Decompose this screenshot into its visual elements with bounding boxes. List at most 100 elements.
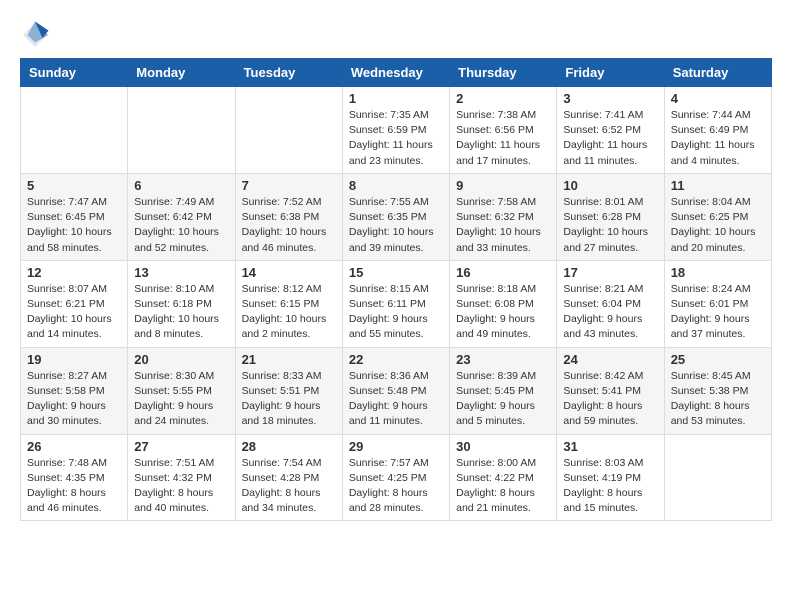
day-number: 1 bbox=[349, 91, 443, 106]
weekday-header-friday: Friday bbox=[557, 59, 664, 87]
day-info: Sunrise: 7:44 AMSunset: 6:49 PMDaylight:… bbox=[671, 108, 765, 169]
day-info: Sunrise: 7:48 AMSunset: 4:35 PMDaylight:… bbox=[27, 456, 121, 517]
day-info: Sunrise: 8:03 AMSunset: 4:19 PMDaylight:… bbox=[563, 456, 657, 517]
day-info: Sunrise: 8:01 AMSunset: 6:28 PMDaylight:… bbox=[563, 195, 657, 256]
day-number: 26 bbox=[27, 439, 121, 454]
day-info: Sunrise: 8:24 AMSunset: 6:01 PMDaylight:… bbox=[671, 282, 765, 343]
page-header bbox=[20, 20, 772, 50]
calendar-cell: 31 Sunrise: 8:03 AMSunset: 4:19 PMDayligh… bbox=[557, 434, 664, 521]
day-info: Sunrise: 8:10 AMSunset: 6:18 PMDaylight:… bbox=[134, 282, 228, 343]
calendar-cell: 11 Sunrise: 8:04 AMSunset: 6:25 PMDayligh… bbox=[664, 173, 771, 260]
calendar-cell: 7 Sunrise: 7:52 AMSunset: 6:38 PMDaylight… bbox=[235, 173, 342, 260]
day-info: Sunrise: 7:54 AMSunset: 4:28 PMDaylight:… bbox=[242, 456, 336, 517]
day-info: Sunrise: 7:38 AMSunset: 6:56 PMDaylight:… bbox=[456, 108, 550, 169]
day-number: 12 bbox=[27, 265, 121, 280]
calendar-cell: 6Sunrise: 7:49 AMSunset: 6:42 PMDaylight… bbox=[128, 173, 235, 260]
calendar-cell bbox=[21, 87, 128, 174]
day-number: 13 bbox=[134, 265, 228, 280]
day-info: Sunrise: 8:18 AMSunset: 6:08 PMDaylight:… bbox=[456, 282, 550, 343]
day-number: 4 bbox=[671, 91, 765, 106]
calendar-cell bbox=[235, 87, 342, 174]
calendar-cell: 30 Sunrise: 8:00 AMSunset: 4:22 PMDayligh… bbox=[450, 434, 557, 521]
day-info: Sunrise: 7:55 AMSunset: 6:35 PMDaylight:… bbox=[349, 195, 443, 256]
day-number: 2 bbox=[456, 91, 550, 106]
calendar-cell: 1 Sunrise: 7:35 AMSunset: 6:59 PMDaylight… bbox=[342, 87, 449, 174]
calendar-cell: 27 Sunrise: 7:51 AMSunset: 4:32 PMDayligh… bbox=[128, 434, 235, 521]
day-info: Sunrise: 8:45 AMSunset: 5:38 PMDaylight:… bbox=[671, 369, 765, 430]
day-info: Sunrise: 7:49 AMSunset: 6:42 PMDaylight:… bbox=[134, 195, 228, 256]
day-number: 18 bbox=[671, 265, 765, 280]
day-number: 23 bbox=[456, 352, 550, 367]
day-info: Sunrise: 8:36 AMSunset: 5:48 PMDaylight:… bbox=[349, 369, 443, 430]
day-info: Sunrise: 8:39 AMSunset: 5:45 PMDaylight:… bbox=[456, 369, 550, 430]
weekday-header-monday: Monday bbox=[128, 59, 235, 87]
calendar-cell: 26 Sunrise: 7:48 AMSunset: 4:35 PMDayligh… bbox=[21, 434, 128, 521]
day-info: Sunrise: 7:35 AMSunset: 6:59 PMDaylight:… bbox=[349, 108, 443, 169]
day-info: Sunrise: 8:15 AMSunset: 6:11 PMDaylight:… bbox=[349, 282, 443, 343]
calendar-cell: 14 Sunrise: 8:12 AMSunset: 6:15 PMDayligh… bbox=[235, 260, 342, 347]
calendar-cell: 2 Sunrise: 7:38 AMSunset: 6:56 PMDaylight… bbox=[450, 87, 557, 174]
logo-icon bbox=[20, 20, 50, 50]
calendar-cell bbox=[664, 434, 771, 521]
calendar-cell: 4 Sunrise: 7:44 AMSunset: 6:49 PMDaylight… bbox=[664, 87, 771, 174]
calendar-cell: 25 Sunrise: 8:45 AMSunset: 5:38 PMDayligh… bbox=[664, 347, 771, 434]
calendar-cell: 8 Sunrise: 7:55 AMSunset: 6:35 PMDaylight… bbox=[342, 173, 449, 260]
day-number: 8 bbox=[349, 178, 443, 193]
day-number: 17 bbox=[563, 265, 657, 280]
day-number: 20 bbox=[134, 352, 228, 367]
day-info: Sunrise: 7:58 AMSunset: 6:32 PMDaylight:… bbox=[456, 195, 550, 256]
day-number: 28 bbox=[242, 439, 336, 454]
day-info: Sunrise: 8:27 AMSunset: 5:58 PMDaylight:… bbox=[27, 369, 121, 430]
calendar-cell: 10 Sunrise: 8:01 AMSunset: 6:28 PMDayligh… bbox=[557, 173, 664, 260]
day-number: 15 bbox=[349, 265, 443, 280]
calendar-cell: 18 Sunrise: 8:24 AMSunset: 6:01 PMDayligh… bbox=[664, 260, 771, 347]
calendar-cell: 19 Sunrise: 8:27 AMSunset: 5:58 PMDayligh… bbox=[21, 347, 128, 434]
calendar-week-3: 12Sunrise: 8:07 AMSunset: 6:21 PMDayligh… bbox=[21, 260, 772, 347]
day-number: 31 bbox=[563, 439, 657, 454]
calendar-week-4: 19 Sunrise: 8:27 AMSunset: 5:58 PMDayligh… bbox=[21, 347, 772, 434]
day-number: 21 bbox=[242, 352, 336, 367]
weekday-header-thursday: Thursday bbox=[450, 59, 557, 87]
calendar-cell: 5 Sunrise: 7:47 AMSunset: 6:45 PMDaylight… bbox=[21, 173, 128, 260]
calendar-week-5: 26 Sunrise: 7:48 AMSunset: 4:35 PMDayligh… bbox=[21, 434, 772, 521]
day-info: Sunrise: 7:52 AMSunset: 6:38 PMDaylight:… bbox=[242, 195, 336, 256]
day-number: 10 bbox=[563, 178, 657, 193]
day-number: 19 bbox=[27, 352, 121, 367]
day-number: 7 bbox=[242, 178, 336, 193]
weekday-row: SundayMondayTuesdayWednesdayThursdayFrid… bbox=[21, 59, 772, 87]
day-number: 11 bbox=[671, 178, 765, 193]
logo bbox=[20, 20, 54, 50]
calendar-cell: 28 Sunrise: 7:54 AMSunset: 4:28 PMDayligh… bbox=[235, 434, 342, 521]
weekday-header-saturday: Saturday bbox=[664, 59, 771, 87]
day-info: Sunrise: 7:57 AMSunset: 4:25 PMDaylight:… bbox=[349, 456, 443, 517]
day-info: Sunrise: 8:12 AMSunset: 6:15 PMDaylight:… bbox=[242, 282, 336, 343]
calendar-table: SundayMondayTuesdayWednesdayThursdayFrid… bbox=[20, 58, 772, 521]
calendar-cell: 12Sunrise: 8:07 AMSunset: 6:21 PMDayligh… bbox=[21, 260, 128, 347]
calendar-cell: 17 Sunrise: 8:21 AMSunset: 6:04 PMDayligh… bbox=[557, 260, 664, 347]
day-info: Sunrise: 7:47 AMSunset: 6:45 PMDaylight:… bbox=[27, 195, 121, 256]
calendar-cell: 29 Sunrise: 7:57 AMSunset: 4:25 PMDayligh… bbox=[342, 434, 449, 521]
calendar-cell: 21 Sunrise: 8:33 AMSunset: 5:51 PMDayligh… bbox=[235, 347, 342, 434]
day-number: 30 bbox=[456, 439, 550, 454]
day-number: 3 bbox=[563, 91, 657, 106]
day-number: 27 bbox=[134, 439, 228, 454]
calendar-cell bbox=[128, 87, 235, 174]
day-number: 5 bbox=[27, 178, 121, 193]
day-info: Sunrise: 8:00 AMSunset: 4:22 PMDaylight:… bbox=[456, 456, 550, 517]
calendar-cell: 15 Sunrise: 8:15 AMSunset: 6:11 PMDayligh… bbox=[342, 260, 449, 347]
calendar-cell: 3Sunrise: 7:41 AMSunset: 6:52 PMDaylight… bbox=[557, 87, 664, 174]
day-info: Sunrise: 8:33 AMSunset: 5:51 PMDaylight:… bbox=[242, 369, 336, 430]
day-info: Sunrise: 8:21 AMSunset: 6:04 PMDaylight:… bbox=[563, 282, 657, 343]
day-number: 14 bbox=[242, 265, 336, 280]
calendar-week-1: 1 Sunrise: 7:35 AMSunset: 6:59 PMDaylight… bbox=[21, 87, 772, 174]
calendar-header: SundayMondayTuesdayWednesdayThursdayFrid… bbox=[21, 59, 772, 87]
day-number: 24 bbox=[563, 352, 657, 367]
day-number: 29 bbox=[349, 439, 443, 454]
day-info: Sunrise: 8:04 AMSunset: 6:25 PMDaylight:… bbox=[671, 195, 765, 256]
calendar-cell: 16Sunrise: 8:18 AMSunset: 6:08 PMDayligh… bbox=[450, 260, 557, 347]
day-info: Sunrise: 7:51 AMSunset: 4:32 PMDaylight:… bbox=[134, 456, 228, 517]
day-info: Sunrise: 8:30 AMSunset: 5:55 PMDaylight:… bbox=[134, 369, 228, 430]
calendar-cell: 13 Sunrise: 8:10 AMSunset: 6:18 PMDayligh… bbox=[128, 260, 235, 347]
day-number: 25 bbox=[671, 352, 765, 367]
calendar-cell: 20 Sunrise: 8:30 AMSunset: 5:55 PMDayligh… bbox=[128, 347, 235, 434]
